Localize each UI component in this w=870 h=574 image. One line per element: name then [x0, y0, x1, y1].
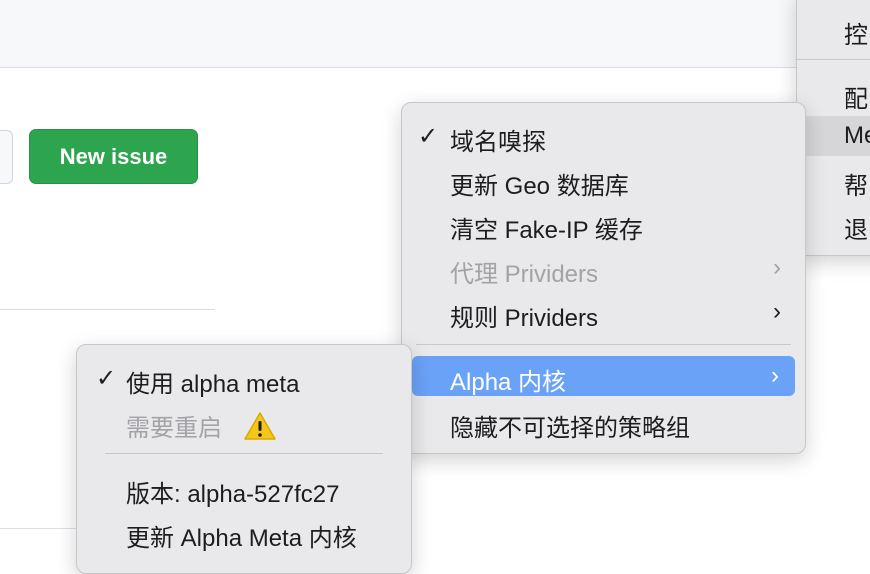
toolbar-button-partial[interactable]: [0, 130, 13, 184]
chevron-right-icon: ›: [771, 362, 779, 389]
menu-item-clear-fakeip-cache[interactable]: 清空 Fake-IP 缓存: [410, 204, 797, 244]
alpha-core-submenu: ✓ 使用 alpha meta 需要重启 版本: alpha-527fc27 更…: [76, 344, 412, 574]
menu-item-label: 域名嗅探: [450, 129, 546, 156]
warning-icon: [243, 411, 277, 448]
checkmark-icon: ✓: [96, 365, 117, 392]
menu-separator: [416, 344, 791, 345]
tray-menu: 控 配 Me 帮 退: [796, 0, 870, 256]
menu-item-version[interactable]: 版本: alpha-527fc27: [85, 468, 403, 508]
chevron-right-icon: ›: [773, 298, 781, 325]
menu-item-label: 更新 Alpha Meta 内核: [126, 525, 357, 552]
menu-item-restart-required: 需要重启: [85, 402, 403, 442]
menu-item-domain-sniffing[interactable]: ✓ 域名嗅探: [410, 116, 797, 156]
tray-menu-item-meta[interactable]: Me: [797, 116, 870, 156]
new-issue-button[interactable]: New issue: [29, 129, 198, 184]
menu-item-label: Alpha 内核: [450, 369, 567, 396]
tray-menu-item-help[interactable]: 帮: [797, 160, 870, 200]
menu-item-use-alpha-meta[interactable]: ✓ 使用 alpha meta: [85, 358, 403, 398]
tray-menu-item-control[interactable]: 控: [797, 9, 870, 49]
menu-item-rule-providers[interactable]: 规则 Prividers ›: [410, 292, 797, 332]
tray-menu-item-config[interactable]: 配: [797, 73, 870, 113]
github-header-bar: [0, 0, 870, 68]
menu-item-update-alpha-meta-core[interactable]: 更新 Alpha Meta 内核: [85, 512, 403, 552]
checkmark-icon: ✓: [418, 123, 439, 150]
menu-separator: [797, 59, 870, 60]
menu-item-label: 更新 Geo 数据库: [450, 173, 629, 200]
meta-options-menu: ✓ 域名嗅探 更新 Geo 数据库 清空 Fake-IP 缓存 代理 Privi…: [401, 102, 806, 454]
menu-item-label: 隐藏不可选择的策略组: [450, 415, 690, 442]
menu-item-label: 规则 Prividers: [450, 305, 599, 332]
divider: [0, 309, 215, 310]
menu-item-proxy-providers: 代理 Prividers ›: [410, 248, 797, 288]
tray-menu-item-quit[interactable]: 退: [797, 204, 870, 244]
menu-item-label: 代理 Prividers: [450, 261, 599, 288]
menu-item-update-geo-database[interactable]: 更新 Geo 数据库: [410, 160, 797, 200]
chevron-right-icon: ›: [773, 254, 781, 281]
menu-separator: [105, 453, 383, 454]
menu-item-label: 使用 alpha meta: [126, 371, 300, 398]
menu-item-hide-unselectable-groups[interactable]: 隐藏不可选择的策略组: [410, 402, 797, 442]
menu-item-label: 清空 Fake-IP 缓存: [450, 217, 643, 244]
menu-item-label: 需要重启: [126, 415, 222, 442]
menu-item-alpha-core[interactable]: Alpha 内核 ›: [412, 356, 795, 396]
menu-item-label: 版本: alpha-527fc27: [126, 481, 340, 508]
